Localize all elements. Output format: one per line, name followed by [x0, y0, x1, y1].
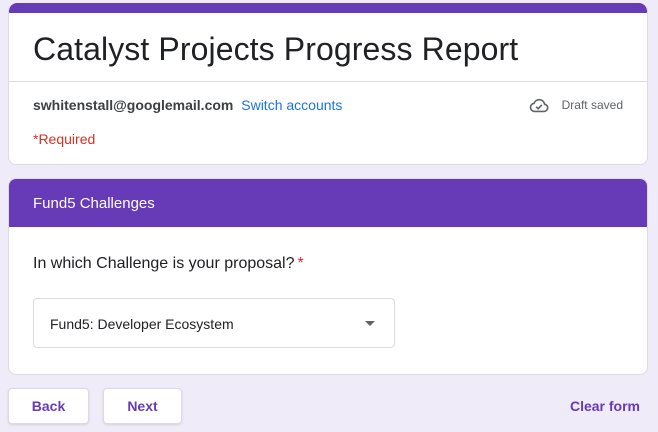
section-title: Fund5 Challenges [9, 179, 647, 227]
switch-accounts-link[interactable]: Switch accounts [241, 97, 342, 113]
clear-form-button[interactable]: Clear form [570, 398, 640, 414]
header-divider [9, 81, 647, 82]
next-button[interactable]: Next [103, 388, 182, 424]
account-email: swhitenstall@googlemail.com [33, 97, 234, 113]
draft-status-label: Draft saved [561, 98, 623, 112]
dropdown-selected-value: Fund5: Developer Ecosystem [50, 316, 234, 332]
form-page: Catalyst Projects Progress Report swhite… [0, 0, 658, 432]
arrow-drop-down-icon [365, 321, 375, 326]
required-star: * [297, 255, 304, 272]
header-accent-bar [9, 3, 647, 13]
draft-status: Draft saved [528, 95, 623, 115]
account-row: swhitenstall@googlemail.com Switch accou… [33, 97, 342, 113]
cloud-check-icon [529, 98, 549, 113]
form-title: Catalyst Projects Progress Report [33, 31, 519, 67]
back-button[interactable]: Back [8, 388, 89, 424]
question-text: In which Challenge is your proposal? [33, 255, 295, 272]
section-card: Fund5 Challenges In which Challenge is y… [8, 178, 648, 375]
challenge-dropdown[interactable]: Fund5: Developer Ecosystem [33, 298, 395, 348]
question-label: In which Challenge is your proposal? * [33, 255, 304, 273]
form-header-card: Catalyst Projects Progress Report swhite… [8, 3, 648, 165]
required-note: *Required [33, 131, 96, 147]
